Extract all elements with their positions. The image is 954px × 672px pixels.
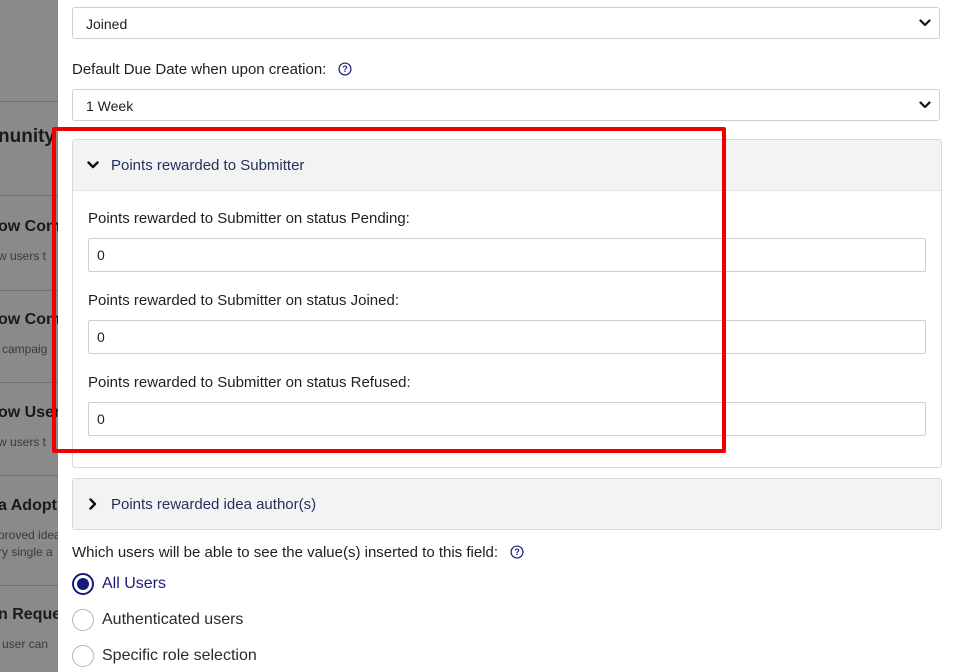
background-setting-title: ow Users bbox=[0, 404, 58, 421]
radio-button[interactable] bbox=[72, 645, 94, 667]
divider bbox=[0, 585, 58, 586]
help-circle-icon[interactable]: ? bbox=[510, 545, 524, 559]
background-setting-title: a Adopt bbox=[0, 497, 57, 514]
author-points-accordion: Points rewarded idea author(s) bbox=[72, 478, 942, 530]
joined-points-label: Points rewarded to Submitter on status J… bbox=[88, 292, 400, 309]
radio-label: All Users bbox=[102, 575, 167, 592]
submitter-points-accordion-header[interactable]: Points rewarded to Submitter bbox=[73, 140, 941, 191]
visibility-label: Which users will be able to see the valu… bbox=[72, 544, 524, 561]
due-date-select-value: 1 Week bbox=[86, 98, 134, 114]
radio-label: Specific role selection bbox=[102, 647, 257, 664]
radio-button[interactable] bbox=[72, 609, 94, 631]
background-setting-title: ow Comp bbox=[0, 311, 58, 328]
refused-points-label: Points rewarded to Submitter on status R… bbox=[88, 374, 411, 391]
chevron-down-icon bbox=[919, 19, 931, 27]
refused-points-input[interactable] bbox=[88, 402, 926, 436]
visibility-label-text: Which users will be able to see the valu… bbox=[72, 544, 499, 561]
radio-button-checked[interactable] bbox=[72, 573, 94, 595]
background-setting-desc: ry single a bbox=[0, 545, 53, 559]
due-date-select[interactable]: 1 Week bbox=[72, 89, 940, 121]
svg-text:?: ? bbox=[343, 64, 348, 74]
svg-text:?: ? bbox=[514, 547, 519, 557]
pending-points-input[interactable] bbox=[88, 238, 926, 272]
chevron-right-icon bbox=[89, 498, 97, 510]
divider bbox=[0, 195, 58, 196]
background-setting-title: n Reque bbox=[0, 606, 58, 623]
joined-points-input[interactable] bbox=[88, 320, 926, 354]
background-setting-desc: user can bbox=[2, 637, 49, 651]
divider bbox=[0, 382, 58, 383]
background-setting-title: ow Comp bbox=[0, 218, 58, 235]
divider bbox=[0, 475, 58, 476]
settings-panel: Joined Default Due Date when upon creati… bbox=[58, 0, 954, 672]
status-select-value: Joined bbox=[86, 16, 128, 32]
help-circle-icon[interactable]: ? bbox=[338, 62, 352, 76]
divider bbox=[0, 290, 58, 291]
due-date-label-text: Default Due Date when upon creation: bbox=[72, 61, 327, 78]
background-setting-desc: campaig bbox=[2, 342, 48, 356]
radio-label: Authenticated users bbox=[102, 611, 244, 628]
submitter-points-accordion: Points rewarded to Submitter Points rewa… bbox=[72, 139, 942, 468]
due-date-label: Default Due Date when upon creation:? bbox=[72, 61, 352, 78]
background-heading: nunity bbox=[0, 126, 55, 147]
background-setting-desc: proved idea bbox=[0, 528, 58, 542]
chevron-down-icon bbox=[87, 161, 99, 169]
background-page: nunity ow Comp w users t ow Comp campaig… bbox=[0, 0, 58, 672]
author-points-accordion-header[interactable]: Points rewarded idea author(s) bbox=[73, 479, 941, 529]
accordion-title: Points rewarded idea author(s) bbox=[111, 496, 317, 513]
background-setting-desc: w users t bbox=[0, 435, 47, 449]
chevron-down-icon bbox=[919, 101, 931, 109]
background-setting-desc: w users t bbox=[0, 249, 47, 263]
divider bbox=[0, 101, 58, 102]
accordion-title: Points rewarded to Submitter bbox=[111, 157, 305, 174]
status-select[interactable]: Joined bbox=[72, 7, 940, 39]
pending-points-label: Points rewarded to Submitter on status P… bbox=[88, 210, 410, 227]
